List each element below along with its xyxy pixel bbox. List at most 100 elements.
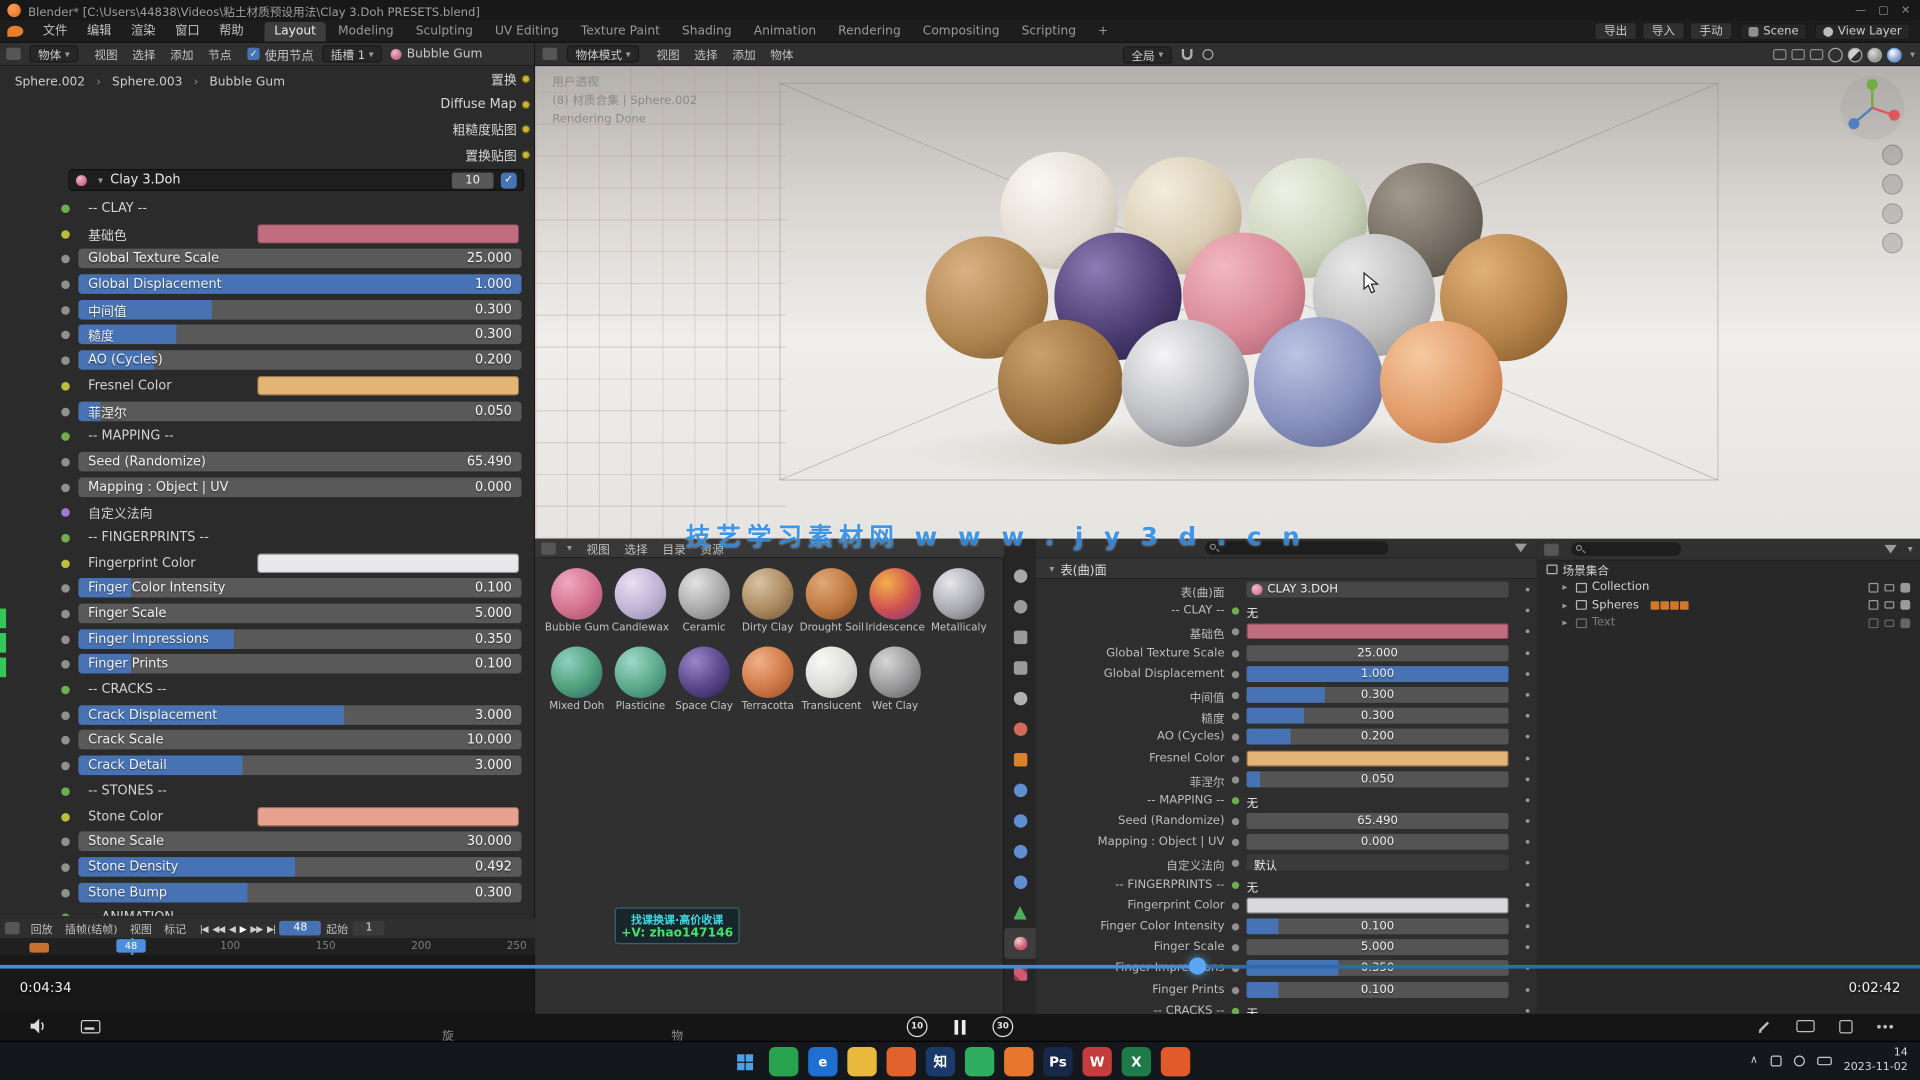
hide-viewport-icon[interactable] xyxy=(1884,584,1894,591)
outliner-scene-collection[interactable]: 场景集合 xyxy=(1537,561,1920,579)
asset-item[interactable]: Space Clay xyxy=(672,644,736,722)
socket-icon[interactable] xyxy=(61,255,70,264)
animate-dot-icon[interactable] xyxy=(1526,840,1530,844)
play-icon[interactable]: ▶ xyxy=(240,923,246,934)
move-view-icon[interactable] xyxy=(1882,174,1903,195)
breadcrumb-item[interactable]: Sphere.002 › xyxy=(10,76,101,89)
properties-tab[interactable] xyxy=(1004,836,1036,867)
seekbar-handle[interactable] xyxy=(1189,958,1206,975)
mode-dropdown[interactable]: 物体模式 ▾ xyxy=(567,45,639,62)
view-layer-selector[interactable]: View Layer xyxy=(1815,23,1911,40)
animate-dot-icon[interactable] xyxy=(1526,777,1530,781)
network-icon[interactable] xyxy=(1770,1055,1781,1066)
menu-item[interactable]: 窗口 xyxy=(165,20,209,42)
parameter-slider[interactable]: Global Texture Scale 25.000 xyxy=(78,249,521,269)
maximize-icon[interactable]: ▢ xyxy=(1878,4,1888,16)
clay-sphere[interactable] xyxy=(998,320,1123,445)
slot-dropdown[interactable]: 插槽 1 ▾ xyxy=(322,45,382,62)
parameter-slider[interactable]: Finger Impressions 0.350 xyxy=(78,629,521,649)
color-swatch[interactable] xyxy=(1247,624,1509,640)
keyboard-icon[interactable] xyxy=(1796,1020,1814,1032)
shader-type-dropdown[interactable]: 物体 ▾ xyxy=(29,45,78,62)
asset-item[interactable]: Wet Clay xyxy=(863,644,927,722)
tray-expand-icon[interactable]: ∧ xyxy=(1750,1054,1758,1066)
animate-dot-icon[interactable] xyxy=(1526,630,1530,634)
prev-keyframe-icon[interactable]: ◀◀ xyxy=(212,923,224,934)
parameter-slider[interactable]: Stone Density 0.492 xyxy=(78,857,521,877)
menu-item[interactable]: 选择 xyxy=(617,539,655,556)
shading-material-icon[interactable] xyxy=(1867,47,1882,62)
property-field[interactable]: 0.100 xyxy=(1247,982,1509,998)
hide-viewport-icon[interactable] xyxy=(1884,619,1894,626)
socket-icon[interactable] xyxy=(61,432,70,441)
socket-icon[interactable] xyxy=(61,863,70,872)
hide-viewport-icon[interactable] xyxy=(1884,602,1894,609)
properties-tab[interactable] xyxy=(1004,714,1036,745)
animate-dot-icon[interactable] xyxy=(1526,651,1530,655)
animate-dot-icon[interactable] xyxy=(1526,882,1530,886)
volume-tray-icon[interactable] xyxy=(1793,1055,1804,1066)
parameter-slider[interactable]: Finger Color Intensity 0.100 xyxy=(78,578,521,598)
clay-sphere[interactable] xyxy=(1122,320,1249,447)
properties-tab[interactable] xyxy=(1004,775,1036,806)
parameter-slider[interactable]: Global Displacement 1.000 xyxy=(78,274,521,294)
snap-magnet-icon[interactable] xyxy=(1182,49,1193,60)
asset-item[interactable]: Bubble Gum xyxy=(545,566,609,644)
socket-icon[interactable] xyxy=(61,635,70,644)
property-field[interactable]: 0.100 xyxy=(1247,918,1509,934)
taskbar-app-icon[interactable] xyxy=(769,1047,798,1076)
menu-item[interactable]: 选择 xyxy=(125,45,163,62)
toggle-ortho-icon[interactable] xyxy=(1882,233,1903,254)
workspace-tab[interactable]: Animation xyxy=(744,22,826,42)
properties-tab[interactable] xyxy=(1004,622,1036,653)
color-swatch[interactable] xyxy=(257,806,519,826)
workspace-tab[interactable]: Texture Paint xyxy=(571,22,670,42)
parameter-slider[interactable]: 糙度 0.300 xyxy=(78,325,521,345)
output-socket-icon[interactable] xyxy=(522,75,531,84)
socket-icon[interactable] xyxy=(61,204,70,213)
socket-icon[interactable] xyxy=(61,610,70,619)
menu-item[interactable]: 插帧(结帧) xyxy=(59,920,124,936)
animate-dot-icon[interactable] xyxy=(1526,609,1530,613)
outliner-item[interactable]: ▸ Spheres xyxy=(1537,596,1920,614)
navigation-gizmo[interactable] xyxy=(1838,73,1907,142)
socket-icon[interactable] xyxy=(61,736,70,745)
expander-icon[interactable]: ▸ xyxy=(1559,617,1571,628)
output-socket-icon[interactable] xyxy=(522,100,531,109)
xray-toggle-icon[interactable] xyxy=(1810,49,1823,60)
camera-view-icon[interactable] xyxy=(1882,203,1903,224)
socket-icon[interactable] xyxy=(61,660,70,669)
editor-type-icon[interactable] xyxy=(541,542,556,554)
taskbar-app-icon[interactable] xyxy=(1004,1047,1033,1076)
menu-item[interactable]: 帮助 xyxy=(209,20,253,42)
menu-item[interactable]: 选择 xyxy=(687,45,725,62)
clay-sphere[interactable] xyxy=(1254,317,1384,447)
more-options-icon[interactable] xyxy=(1877,1024,1893,1028)
properties-tab[interactable] xyxy=(1004,898,1036,929)
checkbox-icon[interactable] xyxy=(1869,600,1879,610)
workspace-tab[interactable]: Sculpting xyxy=(406,22,483,42)
clay-sphere[interactable] xyxy=(1380,321,1502,443)
timeline-marker[interactable] xyxy=(29,943,49,953)
pencil-icon[interactable] xyxy=(1757,1019,1772,1034)
socket-icon[interactable] xyxy=(61,280,70,289)
animate-dot-icon[interactable] xyxy=(1526,693,1530,697)
addon-button[interactable]: 手动 xyxy=(1690,22,1733,40)
socket-icon[interactable] xyxy=(61,483,70,492)
socket-icon[interactable] xyxy=(61,559,70,568)
property-field[interactable]: 65.490 xyxy=(1247,813,1509,829)
node-checkbox[interactable]: ✓ xyxy=(501,172,517,188)
animate-dot-icon[interactable] xyxy=(1526,946,1530,950)
checkbox-icon[interactable] xyxy=(1869,583,1879,593)
breadcrumb-item[interactable]: Sphere.003 › xyxy=(107,76,198,89)
parameter-slider[interactable]: AO (Cycles) 0.200 xyxy=(78,350,521,370)
animate-dot-icon[interactable] xyxy=(1526,735,1530,739)
property-field[interactable]: 默认 xyxy=(1247,855,1509,871)
expander-icon[interactable]: ▸ xyxy=(1559,582,1571,593)
socket-icon[interactable] xyxy=(61,914,70,916)
properties-tab[interactable] xyxy=(1004,561,1036,592)
addon-button[interactable]: 导出 xyxy=(1594,22,1637,40)
parameter-slider[interactable]: Stone Scale 30.000 xyxy=(78,832,521,852)
socket-icon[interactable] xyxy=(61,762,70,771)
taskbar-app-icon[interactable] xyxy=(847,1047,876,1076)
